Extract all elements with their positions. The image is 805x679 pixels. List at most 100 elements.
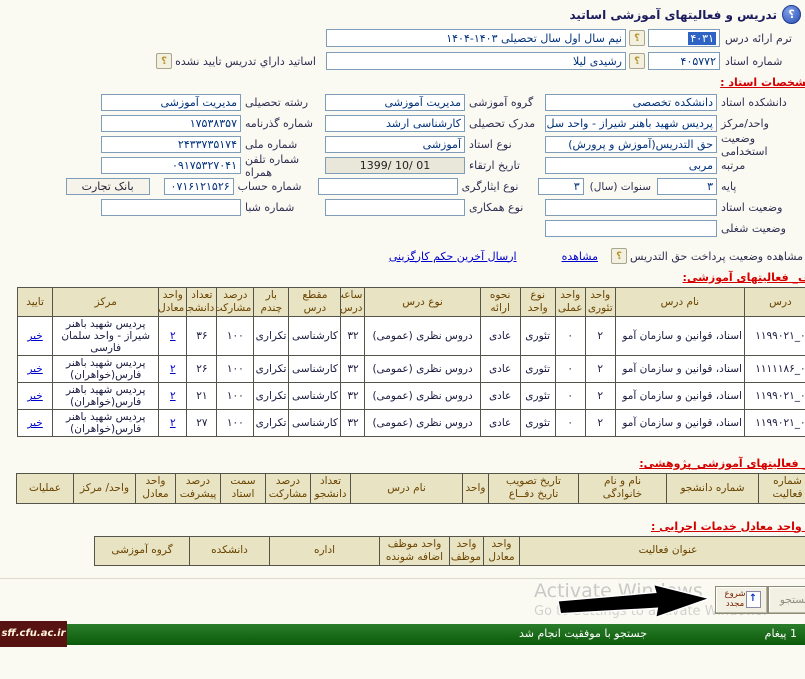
term-name-input[interactable]: نیم سال اول سال تحصیلی ۱۴۰۳-۱۴۰۴ [326,29,626,47]
executive-header-row: عنوان فعالیت واحد معادل واحد موظف واحد م… [95,536,805,565]
profile-row: پایه ۳ سنوات (سال) ۳ نوع ایثارگری شماره … [2,176,803,197]
equiv-link[interactable]: ۲ [170,417,176,429]
course-name: اسناد، قوانین و سازمان آمو [615,410,744,437]
col-equiv-unit: واحد معادل [484,536,520,565]
course-name: اسناد، قوانین و سازمان آمو [615,317,744,356]
profile-row: دانشکده استاد دانشکده تخصصی گروه آموزشی … [2,92,803,113]
unconfirmed-help-button[interactable]: ؟ [156,53,172,69]
col-duty-unit: واحد موظف [450,536,484,565]
profile-row: مرتبه مربی تاریخ ارتقاء 1399/ 10/ 01 شما… [2,155,803,176]
teaching-row-3: ۱۱۹۹۰۲۱_۰ اسناد، قوانین و سازمان آمو ۲ ۰… [18,383,805,410]
sheba-field[interactable] [101,199,241,216]
col-added-duty-unit: واحد موظف اضافه شونده [380,536,450,565]
passport-field[interactable]: ۱۷۵۳۸۳۵۷ [101,115,241,132]
confirm-cell: خیر [18,410,53,437]
course-name: اسناد، قوانین و سازمان آمو [615,356,744,383]
sacrifice-type-label: نوع ایثارگری [458,180,538,193]
repeat: تکراری [254,383,289,410]
unit-type: تئوری [520,356,555,383]
students: ۲۶ [187,356,217,383]
restart-button[interactable]: ↑ شروع مجدد [715,586,768,614]
edu-group-field[interactable]: مدیریت آموزشی [325,94,465,111]
level: کارشناسی [289,383,341,410]
term-row: ترم ارائه درس ۴۰۳۱ ؟ نیم سال اول سال تحص… [0,28,803,48]
confirm-cell: خیر [18,356,53,383]
grade-field[interactable]: ۳ [657,178,717,195]
campus-field[interactable]: پردیس شهید باهنر شیراز - واحد سل [545,115,717,132]
col-confirm: تایید [18,288,53,317]
confirm-link[interactable]: خیر [27,390,42,402]
col-unit-type: نوع واحد [520,288,555,317]
col-students: تعداد دانشجو [311,474,351,503]
col-repeat: بار چندم [254,288,289,317]
col-actions: عملیات [17,474,74,503]
delivery: عادی [480,356,520,383]
view-link[interactable]: مشاهده [562,250,598,263]
rank-field[interactable]: مربی [545,157,717,174]
profile-row: وضعیت استاد نوع همکاری شماره شبا [2,197,803,218]
sacrifice-type-field[interactable] [318,178,458,195]
equiv-units: ۲ [159,317,187,356]
repeat: تکراری [254,356,289,383]
center: پردیس شهید باهنر فارس(خواهران) [53,356,159,383]
term-label: ترم ارائه درس [720,32,803,45]
term-help-button[interactable]: ؟ [629,30,645,46]
message-count[interactable]: 1 پیغام [765,627,797,640]
course-type: دروس نظری (عمومی) [365,410,480,437]
professor-name-input[interactable]: رشیدی لیلا [326,52,626,70]
search-button-label: جستجو [780,594,805,606]
national-id-field[interactable]: ۲۴۳۳۷۳۵۱۷۴ [101,136,241,153]
professor-help-button[interactable]: ؟ [629,53,645,69]
account-label: شماره حساب [234,180,318,193]
employment-field[interactable]: حق التدریس(آموزش و پرورش) [545,136,717,153]
degree-field[interactable]: کارشناسی ارشد [325,115,465,132]
repeat: تکراری [254,317,289,356]
equiv-link[interactable]: ۲ [170,363,176,375]
practical-units: ۰ [555,356,585,383]
section-profile-heading: مشخصات استاد : [0,76,805,89]
campus-label: واحد/مرکز [717,117,803,130]
search-button[interactable]: جستجو [768,586,805,614]
restart-button-label: شروع مجدد [725,590,746,610]
col-activity-title: عنوان فعالیت [520,536,805,565]
confirm-cell: خیر [18,383,53,410]
col-prof-role: سمت استاد [221,474,266,503]
years-field[interactable]: ۳ [538,178,584,195]
professor-code-input[interactable]: ۴۰۵۷۷۲ [648,52,720,70]
major-field[interactable]: مدیریت آموزشی [101,94,241,111]
payment-status-help-button[interactable]: ؟ [611,248,627,264]
job-status-field[interactable] [545,220,717,237]
term-code-input[interactable]: ۴۰۳۱ [648,29,720,47]
confirm-link[interactable]: خیر [27,363,42,375]
unit-type: تئوری [520,410,555,437]
practical-units: ۰ [555,317,585,356]
confirm-link[interactable]: خیر [27,330,42,342]
send-decree-link[interactable]: ارسال آخرین حکم کارگزینی [389,250,517,263]
theory-units: ۲ [585,317,615,356]
equiv-link[interactable]: ۲ [170,330,176,342]
refresh-icon: ↑ [746,591,761,608]
status-message: جستجو با موفقیت انجام شد [519,627,647,640]
account-field[interactable]: ۰۷۱۶۱۲۱۵۲۶ [164,178,234,195]
share: ۱۰۰ [217,356,254,383]
confirm-link[interactable]: خیر [27,417,42,429]
prof-type-field[interactable]: آموزشی [325,136,465,153]
col-center: واحد/ مرکز [74,474,136,503]
level: کارشناسی [289,410,341,437]
help-icon[interactable]: ؟ [782,5,801,24]
research-header-row: شماره فعالیت شماره دانشجو نام و نام خانو… [17,474,805,503]
mobile-field[interactable]: ۰۹۱۷۵۳۲۷۰۴۱ [101,157,241,174]
prof-status-field[interactable] [545,199,717,216]
unconfirmed-professors[interactable]: اساتید داراي تدریس تایید نشده ؟ [153,53,316,69]
col-unit: واحد [463,474,489,503]
unconfirmed-label: اساتید داراي تدریس تایید نشده [175,55,316,68]
col-practical-units: واحد عملی [555,288,585,317]
title-bar: ؟ تدریس و فعالیتهای آموزشی اساتید [0,0,805,26]
unit-type: تئوری [520,317,555,356]
equiv-link[interactable]: ۲ [170,390,176,402]
col-course-type: نوع درس [365,288,480,317]
cooperation-type-field[interactable] [325,199,465,216]
col-progress: درصد پیشرفت [176,474,221,503]
faculty-field[interactable]: دانشکده تخصصی [545,94,717,111]
col-hours: ساعت درس [341,288,365,317]
